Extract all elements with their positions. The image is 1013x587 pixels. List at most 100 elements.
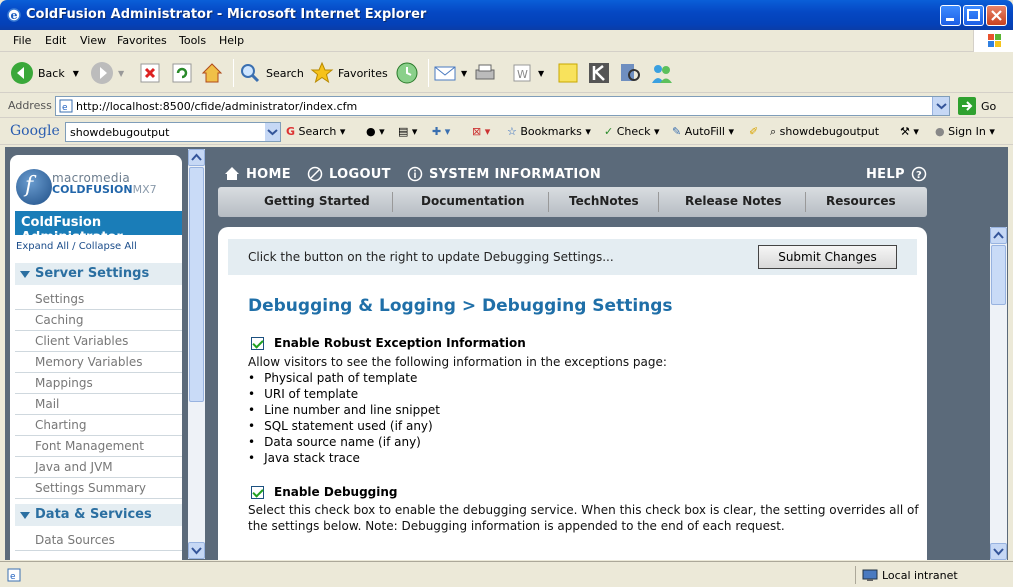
messenger-button[interactable] — [650, 59, 678, 87]
sidebar-item-java-jvm[interactable]: Java and JVM — [15, 457, 182, 478]
help-icon: ? — [911, 166, 927, 182]
bookmarks-button[interactable]: ☆ Bookmarks ▾ — [507, 125, 591, 138]
search-icon — [241, 64, 260, 83]
address-input[interactable]: e http://localhost:8500/cfide/administra… — [55, 96, 950, 116]
expand-collapse-link[interactable]: Expand All / Collapse All — [16, 241, 137, 252]
search-button[interactable]: Search — [238, 59, 304, 87]
tab-documentation[interactable]: Documentation — [421, 194, 525, 208]
robust-exception-checkbox[interactable] — [251, 336, 264, 350]
highlight-icon[interactable]: ✐ — [749, 125, 758, 138]
google-toolbar: Google showdebugoutput G Search ▾ ● ▾ ▤ … — [0, 119, 1013, 145]
favorites-button[interactable]: Favorites — [310, 59, 388, 87]
google-query: showdebugoutput — [70, 126, 170, 139]
globe-icon[interactable]: ● ▾ — [366, 125, 385, 138]
google-search-button[interactable]: G Search ▾ — [286, 125, 345, 138]
minimize-button[interactable] — [940, 5, 961, 26]
nav-logout[interactable]: LOGOUT — [307, 166, 391, 182]
chevron-down-icon — [936, 103, 947, 110]
nav-system-information[interactable]: SYSTEM INFORMATION — [407, 166, 601, 182]
nav-help[interactable]: HELP ? — [866, 166, 927, 182]
signin-button[interactable]: ● Sign In ▾ — [935, 125, 995, 138]
mail-button[interactable]: ▼ — [433, 59, 467, 87]
news-icon[interactable]: ▤ ▾ — [398, 125, 417, 138]
search-term-button[interactable]: ⌕ showdebugoutput — [770, 125, 879, 139]
sidebar-item-settings-summary[interactable]: Settings Summary — [15, 478, 182, 499]
sidebar-item-font-management[interactable]: Font Management — [15, 436, 182, 457]
edit-button[interactable]: W ▼ — [510, 59, 544, 87]
address-dropdown[interactable] — [932, 97, 949, 115]
sidebar-item-memory-variables[interactable]: Memory Variables — [15, 352, 182, 373]
sidebar-section-server-settings[interactable]: Server Settings — [15, 263, 182, 285]
google-search-label: Search — [298, 125, 337, 138]
back-button[interactable]: Back ▼ — [10, 59, 79, 87]
scroll-down-arrow[interactable] — [990, 543, 1007, 560]
research-button[interactable] — [587, 59, 615, 87]
tab-release-notes[interactable]: Release Notes — [685, 194, 782, 208]
sidebar-item-charting[interactable]: Charting — [15, 415, 182, 436]
sidebar-item-mappings[interactable]: Mappings — [15, 373, 182, 394]
spellcheck-button[interactable]: ✓ Check ▾ — [604, 125, 660, 138]
scroll-down-arrow[interactable] — [188, 542, 205, 559]
sidebar-item-settings[interactable]: Settings — [15, 289, 182, 310]
chevron-down-icon: ▼ — [118, 68, 125, 78]
sidebar-scrollbar[interactable] — [188, 149, 205, 559]
list-item: SQL statement used (if any) — [248, 418, 440, 434]
scroll-thumb[interactable] — [189, 167, 204, 402]
forward-button[interactable]: ▼ — [90, 59, 124, 87]
google-dropdown[interactable] — [265, 123, 280, 141]
tab-resources[interactable]: Resources — [826, 194, 896, 208]
sidebar-section-data-services[interactable]: Data & Services — [15, 504, 182, 526]
refresh-button[interactable] — [170, 59, 198, 87]
scroll-up-arrow[interactable] — [990, 227, 1007, 244]
menu-view[interactable]: View — [80, 34, 106, 47]
list-item: Line number and line snippet — [248, 402, 440, 418]
history-button[interactable] — [395, 59, 423, 87]
tab-getting-started[interactable]: Getting Started — [264, 194, 370, 208]
admin-top-nav: HOME LOGOUT SYSTEM INFORMATION HELP ? — [218, 157, 930, 187]
submit-changes-button[interactable]: Submit Changes — [758, 245, 897, 269]
tab-technotes[interactable]: TechNotes — [569, 194, 639, 208]
autofill-button[interactable]: ✎ AutoFill ▾ — [672, 125, 734, 138]
enable-debugging-checkbox[interactable] — [251, 485, 264, 499]
printer-icon — [475, 64, 495, 80]
resource-tabs: Getting Started Documentation TechNotes … — [218, 187, 927, 217]
home-button[interactable] — [200, 59, 228, 87]
print-button[interactable] — [473, 59, 501, 87]
chevron-down-icon: ▼ — [461, 68, 468, 78]
intranet-icon — [862, 569, 878, 581]
popup-blocker-icon[interactable]: ⊠ ▾ — [472, 125, 490, 138]
home-icon — [225, 167, 239, 180]
menu-tools[interactable]: Tools — [179, 34, 206, 47]
title-bar: e ColdFusion Administrator - Microsoft I… — [0, 0, 1013, 30]
nav-home[interactable]: HOME — [224, 166, 291, 182]
autofill-icon: ✎ — [672, 125, 682, 138]
go-button[interactable]: Go — [958, 97, 996, 115]
page-scrollbar[interactable] — [990, 227, 1007, 560]
plus-icon[interactable]: ✚ ▾ — [432, 125, 450, 138]
stop-button[interactable] — [138, 59, 166, 87]
sidebar-item-caching[interactable]: Caching — [15, 310, 182, 331]
menu-file[interactable]: File — [13, 34, 31, 47]
page-title: Debugging & Logging > Debugging Settings — [248, 296, 673, 316]
logo-product: COLDFUSIONMX7 — [52, 183, 157, 196]
ie-icon: e — [7, 8, 21, 22]
research-tool-button[interactable] — [618, 59, 646, 87]
close-button[interactable] — [986, 5, 1007, 26]
sidebar-item-mail[interactable]: Mail — [15, 394, 182, 415]
maximize-button[interactable] — [963, 5, 984, 26]
sidebar-item-client-variables[interactable]: Client Variables — [15, 331, 182, 352]
menu-help[interactable]: Help — [219, 34, 244, 47]
wrench-icon[interactable]: ⚒ ▾ — [900, 125, 919, 138]
discuss-button[interactable] — [556, 59, 584, 87]
chevron-down-icon — [191, 547, 202, 555]
logout-icon — [307, 166, 323, 182]
menu-favorites[interactable]: Favorites — [117, 34, 167, 47]
menu-edit[interactable]: Edit — [45, 34, 66, 47]
google-search-input[interactable]: showdebugoutput — [65, 122, 281, 142]
svg-text:W: W — [517, 68, 528, 81]
sidebar-item-data-sources[interactable]: Data Sources — [15, 530, 182, 551]
scroll-up-arrow[interactable] — [188, 149, 205, 166]
scroll-thumb[interactable] — [991, 245, 1006, 305]
stop-icon — [140, 63, 160, 83]
chevron-down-icon: ▼ — [72, 68, 79, 78]
